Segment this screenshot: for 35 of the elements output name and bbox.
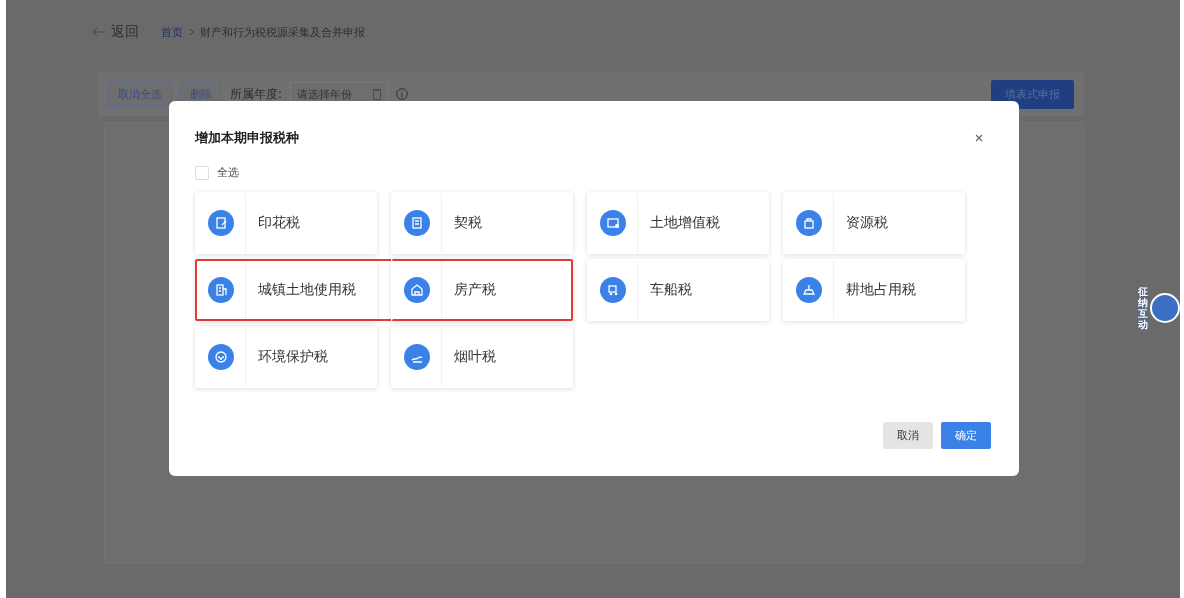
calendar-icon: [373, 88, 382, 100]
tax-card[interactable]: 耕地占用税: [783, 259, 965, 321]
checkbox[interactable]: [195, 165, 209, 180]
tax-card[interactable]: 契税: [391, 192, 573, 254]
tax-icon: [600, 210, 626, 236]
cancel-button[interactable]: 取消: [883, 422, 933, 449]
tax-icon: [208, 210, 234, 236]
tax-icon: [600, 277, 626, 303]
left-arrow-icon: [91, 27, 105, 37]
tax-icon: [404, 210, 430, 236]
year-label: 所属年度:: [230, 85, 283, 103]
mascot-char: 征: [1138, 286, 1149, 297]
tax-icon: [208, 344, 234, 370]
tax-icon: [404, 277, 430, 303]
chevron-icon: [189, 28, 194, 36]
tax-icon: [796, 277, 822, 303]
close-icon: [975, 134, 983, 142]
mascot-char: 动: [1138, 319, 1149, 330]
tax-card[interactable]: 印花税: [195, 192, 377, 254]
info-icon: [396, 88, 409, 100]
tax-card[interactable]: 土地增值税: [587, 192, 769, 254]
mascot-badge[interactable]: 征 纳 互 动: [1138, 280, 1184, 336]
tax-icon: [404, 344, 430, 370]
tax-card[interactable]: 资源税: [783, 192, 965, 254]
mascot-char: 互: [1138, 308, 1149, 319]
dialog-title: 增加本期申报税种: [195, 129, 299, 147]
tax-icon: [208, 277, 234, 303]
mascot-char: 纳: [1138, 297, 1149, 308]
confirm-button[interactable]: 确定: [941, 422, 991, 449]
tax-card[interactable]: 烟叶税: [391, 326, 573, 388]
tax-icon: [796, 210, 822, 236]
tax-card[interactable]: 环境保护税: [195, 326, 377, 388]
tax-card[interactable]: 车船税: [587, 259, 769, 321]
checkbox-label: 全选: [217, 165, 239, 180]
tax-card[interactable]: 房产税: [391, 259, 573, 321]
